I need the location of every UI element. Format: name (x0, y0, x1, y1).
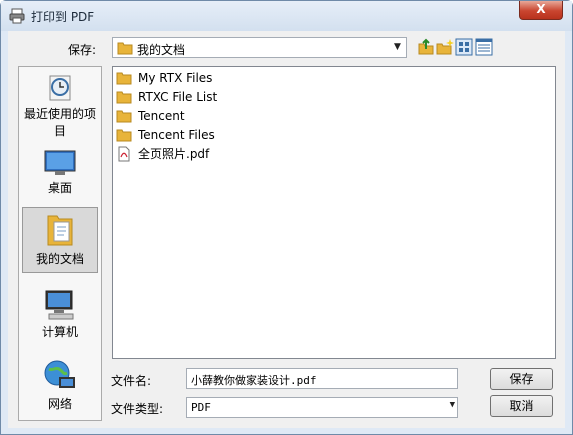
save-dialog: 打印到 PDF X 保存: 我的文档 ▼ 最近使用的项目 桌面 我的文档 计算机… (0, 0, 573, 435)
filename-input[interactable]: 小薛教你做家装设计.pdf (186, 368, 458, 389)
place-label: 最近使用的项目 (23, 107, 96, 138)
chevron-down-icon[interactable]: ▼ (450, 400, 455, 410)
place-documents[interactable]: 我的文档 (22, 207, 98, 273)
filetype-value: PDF (191, 401, 211, 414)
save-in-value: 我的文档 (137, 43, 186, 57)
dialog-body: 保存: 我的文档 ▼ 最近使用的项目 桌面 我的文档 计算机 网络 My RTX… (8, 31, 565, 428)
save-in-dropdown[interactable]: 我的文档 ▼ (112, 37, 407, 58)
computer-icon (45, 290, 74, 320)
file-name: Tencent (138, 109, 185, 123)
filename-label: 文件名: (111, 374, 152, 388)
chevron-down-icon[interactable]: ▼ (389, 38, 406, 57)
file-name: 全页照片.pdf (138, 147, 210, 161)
filetype-select[interactable]: PDF ▼ (186, 397, 458, 418)
new-folder-icon[interactable] (436, 38, 454, 56)
documents-icon (47, 215, 73, 246)
folder-icon (116, 110, 132, 123)
place-label: 我的文档 (35, 252, 84, 266)
folder-icon (116, 129, 132, 142)
desktop-icon (44, 150, 76, 175)
save-button[interactable]: 保存 (490, 368, 553, 390)
filetype-label: 文件类型: (111, 402, 164, 416)
close-button[interactable]: X (519, 1, 563, 20)
view-list-icon[interactable] (455, 38, 473, 56)
title-bar[interactable]: 打印到 PDF X (1, 1, 572, 31)
file-name: RTXC File List (138, 90, 218, 104)
recent-icon (49, 75, 71, 101)
printer-icon (9, 8, 25, 24)
pdf-file-icon (118, 146, 130, 162)
file-name: My RTX Files (138, 71, 213, 85)
place-label: 网络 (47, 397, 72, 411)
place-desktop[interactable]: 桌面 (22, 145, 98, 201)
places-bar: 最近使用的项目 桌面 我的文档 计算机 网络 (18, 66, 102, 421)
place-computer[interactable]: 计算机 (22, 285, 98, 345)
file-name: Tencent Files (138, 128, 215, 142)
folder-icon (116, 72, 132, 85)
file-list[interactable]: My RTX Files RTXC File List Tencent Tenc… (112, 66, 556, 359)
cancel-button[interactable]: 取消 (490, 395, 553, 417)
place-label: 桌面 (47, 181, 72, 195)
folder-icon (116, 91, 132, 104)
place-label: 计算机 (41, 325, 78, 339)
folder-icon (117, 42, 133, 55)
place-recent[interactable]: 最近使用的项目 (22, 69, 98, 139)
place-network[interactable]: 网络 (22, 355, 98, 417)
network-icon (44, 360, 75, 388)
up-folder-icon[interactable] (417, 38, 435, 56)
view-details-icon[interactable] (475, 38, 493, 56)
save-in-label: 保存: (68, 43, 97, 57)
window-title: 打印到 PDF (31, 10, 95, 24)
